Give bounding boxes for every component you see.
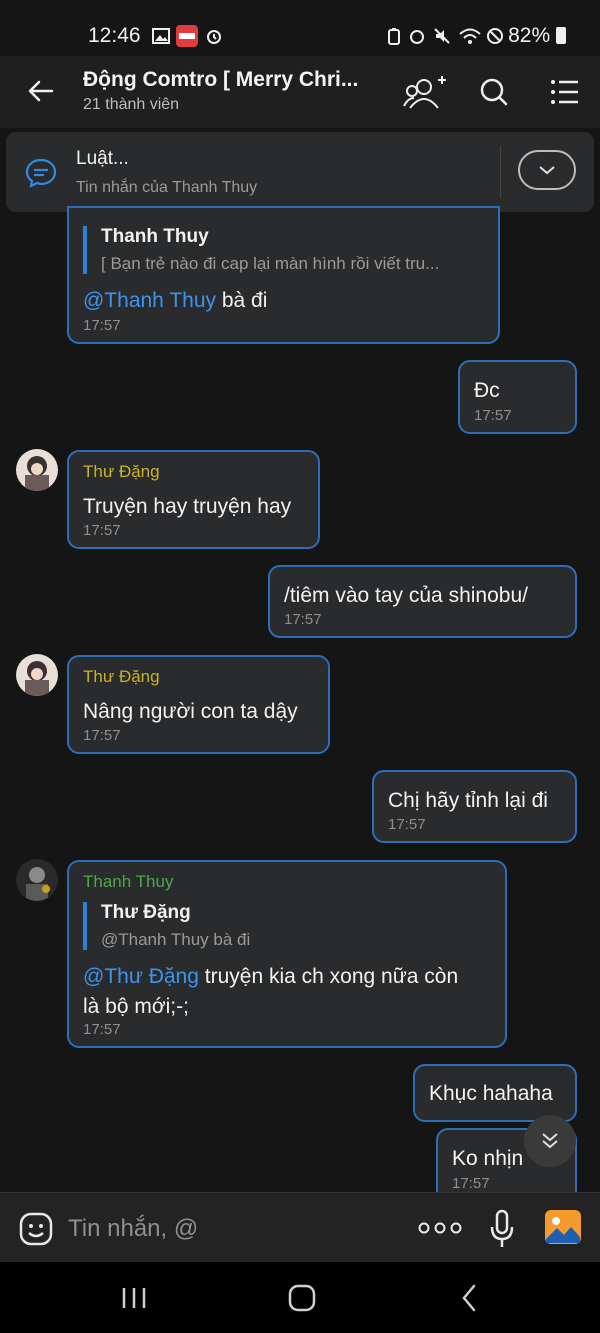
- message-bubble[interactable]: Thư Đặng Truyện hay truyện hay 17:57: [67, 450, 320, 549]
- message-clip: Ko nhịn 17:57: [0, 1122, 600, 1192]
- message-text: @Thanh Thuy bà đi: [83, 289, 268, 312]
- scroll-to-bottom-button[interactable]: [524, 1115, 576, 1167]
- message-text: Ko nhịn: [452, 1147, 524, 1170]
- message-text: /tiêm vào tay của shinobu/: [284, 584, 528, 607]
- mention-link[interactable]: @Thanh Thuy: [83, 289, 216, 312]
- message-time: 17:57: [474, 407, 512, 424]
- chevron-down-icon: [539, 166, 555, 175]
- add-member-icon[interactable]: [402, 72, 446, 112]
- sender-name[interactable]: Thư Đặng: [83, 462, 160, 482]
- chat-header: Động Comtro [ Merry Chri... 21 thành viê…: [0, 56, 600, 128]
- avatar[interactable]: [16, 654, 58, 696]
- chat-bubble-icon: [25, 158, 57, 188]
- message-bubble[interactable]: Khục hahaha: [413, 1064, 577, 1122]
- avatar[interactable]: [16, 449, 58, 491]
- reply-quote[interactable]: Thư Đặng @Thanh Thuy bà đi: [83, 902, 481, 950]
- message-time: 17:57: [83, 727, 121, 744]
- alarm-status-icon: [410, 30, 424, 44]
- quote-sender: Thanh Thuy: [101, 226, 209, 247]
- message-text: @Thư Đặng truyện kia ch xong nữa còn là b…: [83, 965, 459, 1018]
- message-time: 17:57: [284, 611, 322, 628]
- pinned-title: Luật...: [76, 148, 129, 169]
- more-options-icon[interactable]: [418, 1221, 462, 1235]
- battery-icon: [556, 27, 566, 44]
- sender-name[interactable]: Thư Đặng: [83, 667, 160, 687]
- status-time: 12:46: [88, 24, 141, 47]
- message-bubble[interactable]: Thư Đặng Nâng người con ta dậy 17:57: [67, 655, 330, 754]
- system-nav-bar: [0, 1262, 600, 1333]
- message-text: Truyện hay truyện hay: [83, 495, 292, 518]
- home-icon[interactable]: [282, 1282, 322, 1314]
- message-text: Chị hãy tỉnh lại đi: [388, 789, 548, 812]
- message-time: 17:57: [83, 522, 121, 539]
- quote-text: @Thanh Thuy bà đi: [101, 930, 251, 949]
- message-input[interactable]: Tin nhắn, @: [68, 1215, 198, 1243]
- message-bubble[interactable]: Thanh Thuy [ Bạn trẻ nào đi cap lại màn …: [67, 206, 500, 344]
- pinned-expand-button[interactable]: [518, 150, 576, 190]
- microphone-icon[interactable]: [488, 1209, 516, 1249]
- message-bubble[interactable]: Chị hãy tỉnh lại đi 17:57: [372, 770, 577, 843]
- avatar[interactable]: [16, 859, 58, 901]
- emoji-icon[interactable]: [18, 1211, 54, 1247]
- menu-list-icon[interactable]: [544, 72, 588, 112]
- message-time: 17:57: [452, 1175, 490, 1192]
- battery-level: 82%: [508, 24, 566, 48]
- sender-name[interactable]: Thanh Thuy: [83, 872, 173, 892]
- back-arrow-icon[interactable]: [26, 76, 56, 106]
- double-chevron-down-icon: [542, 1133, 558, 1149]
- message-time: 17:57: [388, 816, 426, 833]
- reply-quote[interactable]: Thanh Thuy [ Bạn trẻ nào đi cap lại màn …: [83, 226, 481, 274]
- message-time: 17:57: [83, 1021, 121, 1038]
- alarm-icon: [207, 30, 221, 44]
- recent-apps-icon[interactable]: [114, 1282, 154, 1314]
- gallery-icon: [152, 28, 170, 44]
- pinned-divider: [500, 146, 501, 198]
- message-text: Khục hahaha: [429, 1082, 553, 1105]
- quote-sender: Thư Đặng: [101, 902, 191, 923]
- message-text: Nâng người con ta dậy: [83, 700, 298, 723]
- member-count: 21 thành viên: [83, 96, 180, 113]
- wifi-icon: [459, 28, 481, 44]
- message-time: 17:57: [83, 317, 121, 334]
- mute-icon: [434, 28, 450, 44]
- message-input-bar: Tin nhắn, @: [0, 1192, 600, 1263]
- mention-link[interactable]: @Thư Đặng: [83, 965, 199, 988]
- photo-icon[interactable]: [544, 1209, 582, 1245]
- pinned-message-bar[interactable]: Luật... Tin nhắn của Thanh Thuy: [6, 132, 594, 212]
- battery-saver-icon: [388, 28, 400, 45]
- back-nav-icon[interactable]: [450, 1282, 490, 1314]
- no-disturb-icon: [487, 28, 503, 44]
- message-bubble[interactable]: Đc 17:57: [458, 360, 577, 434]
- quote-text: [ Bạn trẻ nào đi cap lại màn hình rồi vi…: [101, 254, 440, 273]
- pinned-subtitle: Tin nhắn của Thanh Thuy: [76, 179, 258, 196]
- message-text: Đc: [474, 379, 500, 402]
- chat-title[interactable]: Động Comtro [ Merry Chri...: [83, 68, 383, 92]
- manga-app-icon: [176, 25, 198, 47]
- message-bubble[interactable]: Thanh Thuy Thư Đặng @Thanh Thuy bà đi @T…: [67, 860, 507, 1048]
- search-icon[interactable]: [472, 72, 516, 112]
- message-bubble[interactable]: /tiêm vào tay của shinobu/ 17:57: [268, 565, 577, 638]
